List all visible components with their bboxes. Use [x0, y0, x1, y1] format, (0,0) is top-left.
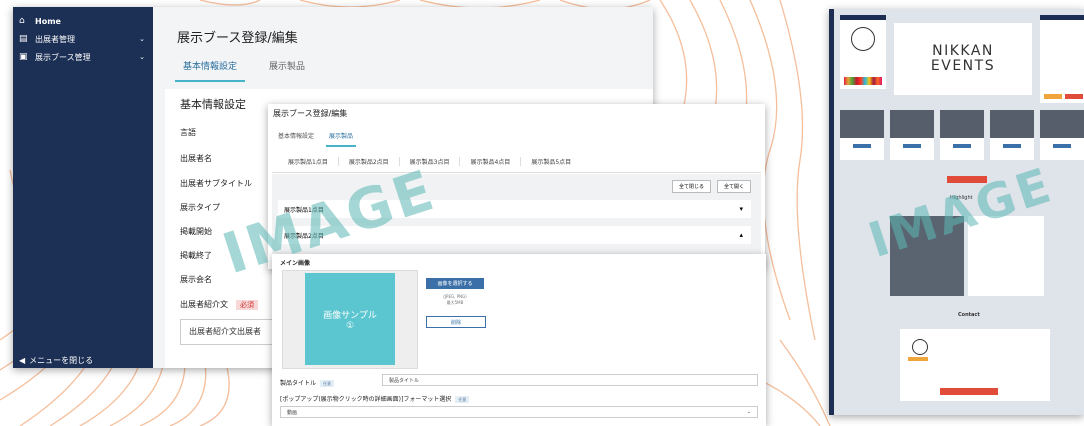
image-sample-number: ① — [345, 320, 355, 331]
chevron-down-icon: ⌄ — [746, 409, 751, 415]
field-label-subtitle: 出展者サブタイトル — [180, 179, 252, 188]
chevron-down-icon: ⌄ — [139, 53, 145, 61]
product-form-window: メイン画像 画像サンプル ① 画像を選択する (JPEG, PNG) 最大5MB… — [272, 254, 766, 426]
image-sample-text: 画像サンプル — [323, 310, 377, 321]
product-thumb[interactable] — [1040, 110, 1084, 160]
field-label-display-type: 展示タイプ — [180, 203, 220, 212]
avatar — [912, 339, 928, 355]
accordion-controls: 全て閉じる 全て開く — [671, 180, 751, 193]
popup-format-select[interactable]: 動画 ⌄ — [280, 406, 758, 418]
contact-title: Contact — [958, 312, 980, 318]
delete-image-button[interactable]: 削除 — [426, 316, 486, 328]
field-label-end: 掲載終了 — [180, 251, 212, 260]
product-subtabs: 展示製品1点目 展示製品2点目 展示製品3点目 展示製品4点目 展示製品5点目 — [272, 150, 761, 173]
image-format-note: (JPEG, PNG) 最大5MB — [430, 294, 480, 306]
image-preview: 画像サンプル ① — [282, 270, 418, 369]
image-sample: 画像サンプル ① — [305, 273, 395, 365]
chevron-up-icon: ▴ — [739, 231, 743, 239]
card-header-bar — [840, 15, 886, 20]
info-header-bar — [1040, 15, 1084, 20]
expand-all-button[interactable]: 全て開く — [716, 180, 751, 193]
sidebar-item-label: Home — [35, 16, 61, 26]
product-thumb[interactable] — [990, 110, 1034, 160]
image-size-limit: 最大5MB — [446, 300, 464, 305]
contact-tag — [908, 357, 928, 361]
brand-logo: NIKKAN EVENTS — [894, 23, 1032, 95]
sidebar-item-booths[interactable]: ▣ 展示ブース管理 ⌄ — [13, 48, 153, 66]
field-label-language: 言語 — [180, 128, 196, 137]
sidebar-item-label: 展示ブース管理 — [35, 52, 91, 62]
product-title-label: 製品タイトル 任意 — [280, 378, 335, 387]
product-title-input[interactable]: 製品タイトル — [382, 374, 758, 386]
subtab-product-2[interactable]: 展示製品2点目 — [339, 156, 400, 166]
avatar — [851, 27, 875, 51]
tab-bar: 基本情報設定 展示製品 — [278, 131, 357, 147]
tab-products[interactable]: 展示製品 — [326, 131, 357, 147]
tab-basic-info[interactable]: 基本情報設定 — [175, 59, 246, 82]
tab-bar: 基本情報設定 展示製品 — [175, 59, 305, 82]
close-menu-button[interactable]: ◀ メニューを閉じる — [19, 355, 93, 366]
product-thumb[interactable] — [940, 110, 984, 160]
sidebar-item-home[interactable]: ⌂ Home — [13, 12, 153, 30]
select-image-button[interactable]: 画像を選択する — [426, 278, 484, 289]
building-icon: ▤ — [19, 34, 28, 44]
chevron-down-icon: ⌄ — [139, 35, 145, 43]
chevron-down-icon: ▾ — [739, 205, 743, 213]
product-thumb[interactable] — [890, 110, 934, 160]
logo-line-2: EVENTS — [930, 58, 996, 74]
close-menu-label: メニューを閉じる — [29, 356, 94, 365]
subtab-product-1[interactable]: 展示製品1点目 — [278, 156, 339, 166]
field-label-exhibitor-name: 出展者名 — [180, 154, 212, 163]
exhibitor-card — [840, 15, 886, 89]
tab-basic-info[interactable]: 基本情報設定 — [278, 131, 314, 147]
optional-badge: 任意 — [455, 396, 470, 403]
tab-products[interactable]: 展示製品 — [269, 59, 305, 82]
home-icon: ⌂ — [19, 16, 25, 26]
field-label-start: 掲載開始 — [180, 227, 212, 236]
optional-badge: 任意 — [320, 380, 335, 387]
popup-format-value: 動画 — [287, 410, 298, 416]
sidebar: ⌂ Home ▤ 出展者管理 ⌄ ▣ 展示ブース管理 ⌄ ◀ メニューを閉じる — [13, 7, 153, 368]
required-badge: 必須 — [236, 300, 258, 310]
field-label-intro: 出展者紹介文 必須 — [180, 299, 258, 310]
info-panel — [1040, 15, 1084, 103]
page-title: 展示ブース登録/編集 — [177, 31, 298, 46]
info-buttons — [1044, 94, 1083, 99]
product-thumb[interactable] — [840, 110, 884, 160]
sdg-icons — [844, 77, 882, 85]
collapse-all-button[interactable]: 全て閉じる — [671, 180, 711, 193]
field-label-exhibition: 展示会名 — [180, 275, 212, 284]
page-title: 展示ブース登録/編集 — [273, 109, 348, 118]
image-icon: ▣ — [19, 52, 28, 62]
logo-line-1: NIKKAN — [932, 43, 994, 59]
subtab-product-4[interactable]: 展示製品4点目 — [460, 156, 522, 166]
subtab-product-5[interactable]: 展示製品5点目 — [521, 157, 581, 166]
arrow-left-circle-icon: ◀ — [19, 356, 26, 365]
sidebar-item-label: 出展者管理 — [35, 34, 75, 44]
contact-submit-button[interactable] — [940, 388, 998, 395]
section-title: 基本情報設定 — [180, 98, 246, 111]
intro-label: 出展者紹介文 — [180, 300, 228, 309]
info-button-red[interactable] — [1065, 94, 1083, 99]
popup-format-text: [ポップアップ(展示物クリック時の詳細画面)]フォーマット選択 — [280, 396, 452, 403]
product-title-text: 製品タイトル — [280, 380, 317, 387]
contact-card — [900, 329, 1050, 401]
info-button-orange[interactable] — [1044, 94, 1062, 99]
popup-format-label: [ポップアップ(展示物クリック時の詳細画面)]フォーマット選択 任意 — [280, 394, 470, 403]
sidebar-item-exhibitors[interactable]: ▤ 出展者管理 ⌄ — [13, 30, 153, 48]
